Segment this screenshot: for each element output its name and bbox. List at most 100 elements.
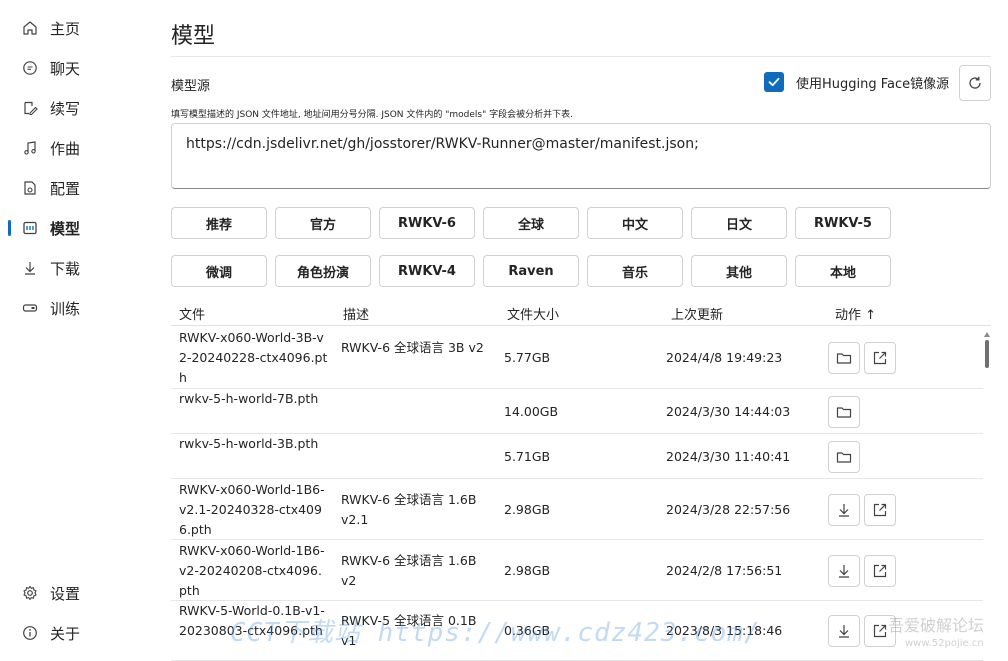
download-button[interactable]	[828, 554, 860, 587]
cell-updated: 2024/4/8 19:49:23	[666, 350, 783, 365]
refresh-icon	[969, 76, 981, 89]
cell-updated: 2024/2/8 17:56:51	[666, 562, 783, 578]
tag-filter-button[interactable]: RWKV-4	[379, 255, 475, 287]
cell-size: 14.00GB	[504, 403, 559, 419]
sidebar-item-label: 聊天	[50, 59, 81, 78]
tag-filter-button[interactable]: 其他	[691, 255, 787, 287]
refresh-button[interactable]	[959, 65, 991, 101]
folder-icon	[836, 353, 852, 364]
table-row[interactable]: rwkv-5-h-world-7B.pth 14.00GB 2024/3/30 14…	[171, 389, 983, 434]
source-hint: 填写模型描述的 JSON 文件地址, 地址间用分号分隔. JSON 文件内的 "…	[171, 110, 573, 120]
open-folder-button[interactable]	[828, 342, 860, 374]
tag-filter-button[interactable]: 官方	[275, 207, 371, 239]
download-button[interactable]	[828, 615, 860, 647]
mirror-checkbox[interactable]	[764, 72, 784, 92]
sidebar-item-home[interactable]: 主页	[0, 10, 150, 46]
model-icon	[22, 220, 38, 236]
checkmark-icon	[768, 77, 780, 87]
active-indicator	[8, 220, 11, 236]
mirror-option[interactable]: 使用Hugging Face镜像源	[764, 72, 949, 92]
sidebar-item-config[interactable]: 配置	[0, 170, 150, 206]
config-icon	[22, 180, 38, 196]
cell-size: 2.98GB	[504, 562, 551, 578]
scroll-up-arrow[interactable]	[984, 332, 990, 337]
open-link-button[interactable]	[864, 493, 896, 526]
tag-filter-button[interactable]: 音乐	[587, 255, 683, 287]
tag-filter-button[interactable]: RWKV-5	[795, 207, 891, 239]
sidebar-item-label: 作曲	[50, 139, 81, 158]
sidebar-item-label: 训练	[50, 299, 81, 318]
download-icon	[839, 503, 849, 517]
cell-updated: 2024/3/28 22:57:56	[666, 501, 791, 517]
open-link-button[interactable]	[864, 554, 896, 587]
sidebar-item-label: 模型	[50, 219, 81, 238]
tag-filter-button[interactable]: 微调	[171, 255, 267, 287]
model-table-body: RWKV-x060-World-3B-v2-20240228-ctx4096.p…	[171, 327, 983, 661]
tag-filter-button[interactable]: 日文	[691, 207, 787, 239]
title-divider	[171, 56, 991, 57]
sidebar-item-label: 续写	[50, 99, 81, 118]
open-folder-button[interactable]	[828, 440, 860, 473]
scroll-thumb[interactable]	[985, 340, 989, 368]
watermark-text-2: 吾爱破解论坛	[888, 616, 985, 635]
cell-file: RWKV-x060-World-1B6-v2-20240208-ctx4096.…	[179, 542, 325, 598]
cell-description: RWKV-6 全球语言 1.6B v2.1	[341, 491, 477, 527]
sidebar-item-composition[interactable]: 作曲	[0, 130, 150, 166]
cell-description: RWKV-6 全球语言 3B v2	[341, 340, 484, 355]
info-icon	[22, 625, 38, 641]
sidebar: 主页 聊天 续写 作曲 配置 模型 下载 训练 设置 关于	[0, 0, 150, 661]
table-scrollbar[interactable]	[984, 332, 990, 661]
column-header-file[interactable]: 文件	[179, 304, 205, 323]
tag-filter-button[interactable]: 推荐	[171, 207, 267, 239]
column-header-size[interactable]: 文件大小	[507, 304, 559, 323]
open-link-button[interactable]	[864, 342, 896, 374]
sidebar-item-settings[interactable]: 设置	[0, 575, 150, 611]
model-source-label: 模型源	[171, 79, 211, 94]
sidebar-item-models[interactable]: 模型	[0, 210, 150, 246]
tag-filter-button[interactable]: 全球	[483, 207, 579, 239]
open-folder-button[interactable]	[828, 395, 860, 428]
sidebar-item-downloads[interactable]: 下载	[0, 250, 150, 286]
cell-updated: 2024/3/30 11:40:41	[666, 448, 791, 464]
column-header-desc[interactable]: 描述	[343, 304, 369, 323]
table-header: 文件 描述 文件大小 上次更新 动作 ↑	[171, 296, 991, 326]
watermark-text: CCT下载站 https://www.cdz423.com/	[230, 618, 761, 648]
edit-icon	[22, 100, 38, 116]
cell-description: RWKV-6 全球语言 1.6B v2	[341, 552, 477, 588]
folder-icon	[836, 406, 852, 418]
column-header-action[interactable]: 动作 ↑	[835, 304, 876, 323]
home-icon	[22, 20, 38, 36]
train-icon	[22, 300, 38, 316]
model-source-input[interactable]	[171, 123, 991, 189]
cell-size: 5.71GB	[504, 448, 551, 464]
sidebar-item-label: 主页	[50, 19, 81, 38]
tag-filter-button[interactable]: Raven	[483, 255, 579, 287]
table-row[interactable]: RWKV-x060-World-1B6-v2-20240208-ctx4096.…	[171, 540, 983, 601]
open-external-icon	[873, 351, 887, 365]
sidebar-item-label: 关于	[50, 624, 81, 643]
sidebar-item-label: 配置	[50, 179, 81, 198]
table-row[interactable]: RWKV-x060-World-3B-v2-20240228-ctx4096.p…	[171, 327, 983, 389]
sidebar-item-about[interactable]: 关于	[0, 615, 150, 651]
table-row[interactable]: rwkv-5-h-world-3B.pth 5.71GB 2024/3/30 11:…	[171, 434, 983, 479]
watermark-text-3: www.52pojie.cn	[905, 638, 984, 649]
gear-icon	[22, 585, 38, 601]
table-row[interactable]: RWKV-x060-World-1B6-v2.1-20240328-ctx409…	[171, 479, 983, 540]
tag-filter-button[interactable]: 本地	[795, 255, 891, 287]
folder-icon	[836, 451, 852, 463]
tag-filter-button[interactable]: 中文	[587, 207, 683, 239]
sidebar-item-train[interactable]: 训练	[0, 290, 150, 326]
open-external-icon	[873, 624, 887, 638]
tag-filter-button[interactable]: 角色扮演	[275, 255, 371, 287]
main-content: 模型 模型源 使用Hugging Face镜像源 填写模型描述的 JSON 文件…	[171, 0, 991, 661]
tag-filter-button[interactable]: RWKV-6	[379, 207, 475, 239]
cell-updated: 2024/3/30 14:44:03	[666, 403, 791, 419]
open-external-icon	[873, 503, 887, 516]
download-button[interactable]	[828, 493, 860, 526]
open-external-icon	[873, 564, 887, 577]
sidebar-item-chat[interactable]: 聊天	[0, 50, 150, 86]
music-note-icon	[22, 140, 38, 156]
sidebar-item-label: 设置	[50, 584, 81, 603]
sidebar-item-completion[interactable]: 续写	[0, 90, 150, 126]
column-header-updated[interactable]: 上次更新	[671, 304, 723, 323]
